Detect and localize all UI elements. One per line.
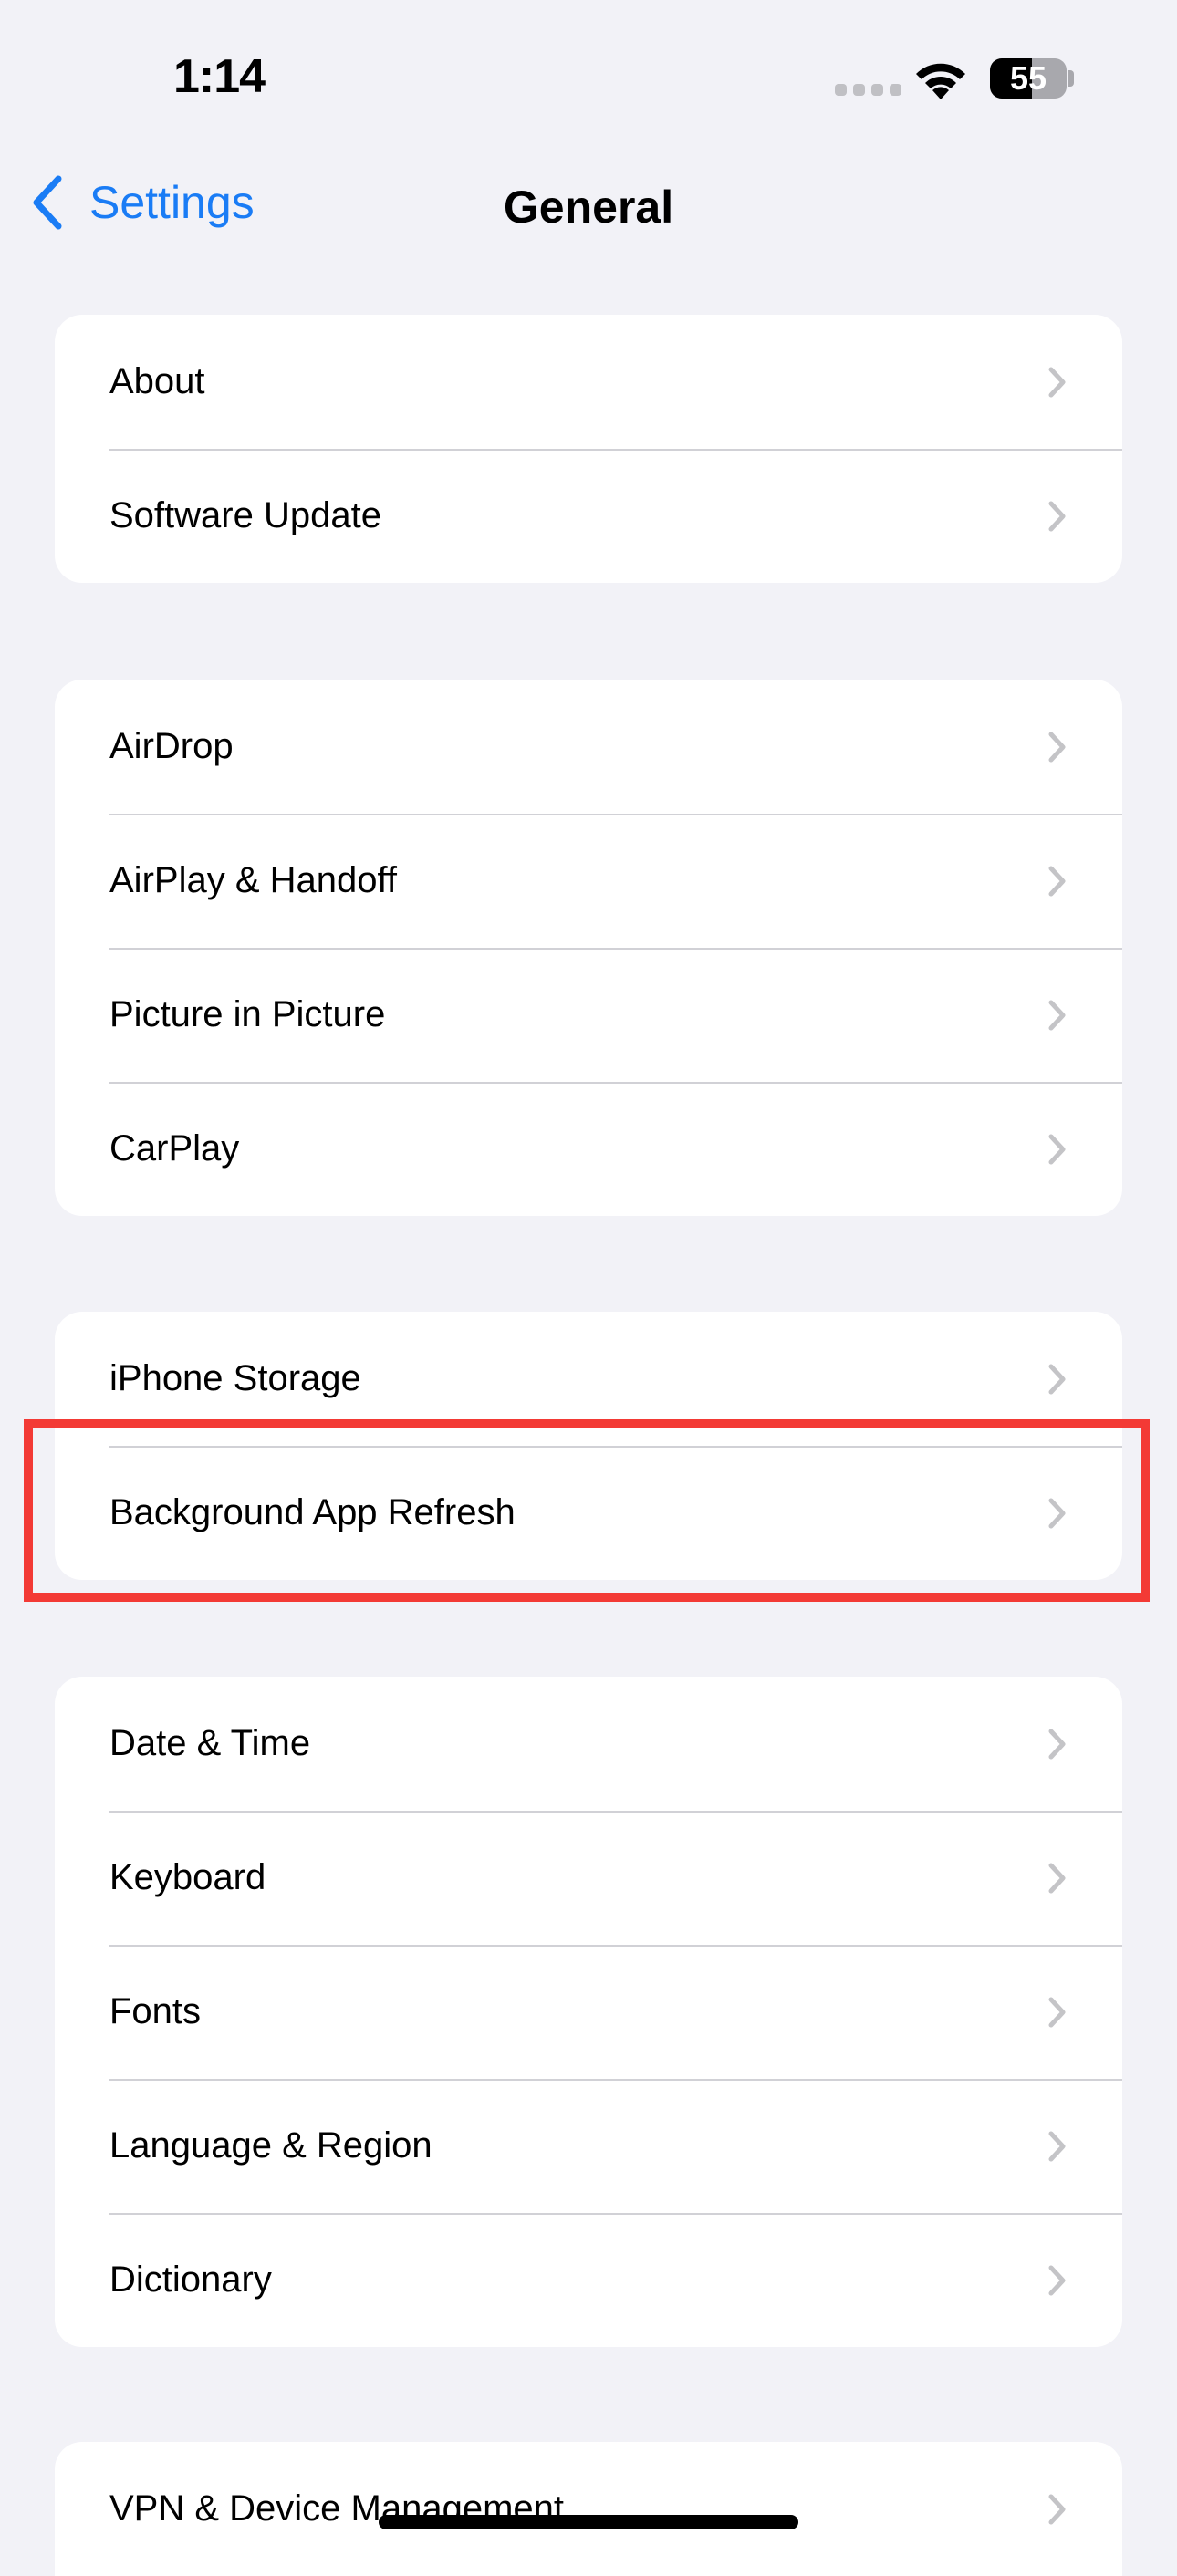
chevron-right-icon xyxy=(1048,1000,1066,1030)
row-airdrop[interactable]: AirDrop xyxy=(55,680,1122,814)
row-label: Picture in Picture xyxy=(109,994,386,1034)
settings-group-2: AirDrop AirPlay & Handoff Picture in Pic… xyxy=(55,680,1122,1216)
row-carplay[interactable]: CarPlay xyxy=(55,1082,1122,1216)
chevron-right-icon xyxy=(1048,1997,1066,2027)
page-title: General xyxy=(503,182,674,233)
chevron-right-icon xyxy=(1048,2494,1066,2524)
chevron-right-icon xyxy=(1048,501,1066,531)
row-date-time[interactable]: Date & Time xyxy=(55,1677,1122,1811)
row-fonts[interactable]: Fonts xyxy=(55,1945,1122,2079)
chevron-right-icon xyxy=(1048,1498,1066,1528)
row-keyboard[interactable]: Keyboard xyxy=(55,1811,1122,1945)
row-background-app-refresh[interactable]: Background App Refresh xyxy=(55,1446,1122,1580)
row-label: iPhone Storage xyxy=(109,1358,361,1398)
settings-group-5: VPN & Device Management xyxy=(55,2442,1122,2576)
chevron-right-icon xyxy=(1048,367,1066,397)
row-dictionary[interactable]: Dictionary xyxy=(55,2213,1122,2347)
row-label: Background App Refresh xyxy=(109,1492,516,1532)
row-software-update[interactable]: Software Update xyxy=(55,449,1122,583)
chevron-right-icon xyxy=(1048,1364,1066,1394)
row-language-region[interactable]: Language & Region xyxy=(55,2079,1122,2213)
chevron-right-icon xyxy=(1048,1729,1066,1759)
row-label: Fonts xyxy=(109,1991,202,2031)
chevron-right-icon xyxy=(1048,1134,1066,1164)
battery-percent: 55 xyxy=(1009,59,1047,97)
row-label: Software Update xyxy=(109,495,381,535)
settings-group-3: iPhone Storage Background App Refresh xyxy=(55,1312,1122,1580)
row-about[interactable]: About xyxy=(55,315,1122,449)
row-label: AirPlay & Handoff xyxy=(109,860,397,900)
row-vpn-device-management[interactable]: VPN & Device Management xyxy=(55,2442,1122,2576)
status-time: 1:14 xyxy=(173,50,266,103)
battery-icon: 55 xyxy=(990,58,1067,99)
settings-group-1: About Software Update xyxy=(55,315,1122,583)
row-label: AirDrop xyxy=(109,726,234,766)
chevron-right-icon xyxy=(1048,2131,1066,2161)
row-label: Language & Region xyxy=(109,2125,432,2166)
row-label: Date & Time xyxy=(109,1723,311,1763)
chevron-right-icon xyxy=(1048,866,1066,896)
chevron-right-icon xyxy=(1048,1863,1066,1893)
row-label: CarPlay xyxy=(109,1128,240,1169)
row-airplay-handoff[interactable]: AirPlay & Handoff xyxy=(55,814,1122,948)
chevron-right-icon xyxy=(1048,732,1066,762)
settings-group-4: Date & Time Keyboard Fonts Language & Re… xyxy=(55,1677,1122,2347)
row-picture-in-picture[interactable]: Picture in Picture xyxy=(55,948,1122,1082)
cellular-signal-icon xyxy=(835,84,901,96)
row-label: Dictionary xyxy=(109,2259,272,2300)
wifi-icon xyxy=(916,63,965,99)
row-iphone-storage[interactable]: iPhone Storage xyxy=(55,1312,1122,1446)
row-label: About xyxy=(109,361,205,401)
chevron-right-icon xyxy=(1048,2265,1066,2295)
battery-nub xyxy=(1068,70,1074,87)
row-label: Keyboard xyxy=(109,1857,266,1897)
home-indicator[interactable] xyxy=(379,2515,798,2529)
